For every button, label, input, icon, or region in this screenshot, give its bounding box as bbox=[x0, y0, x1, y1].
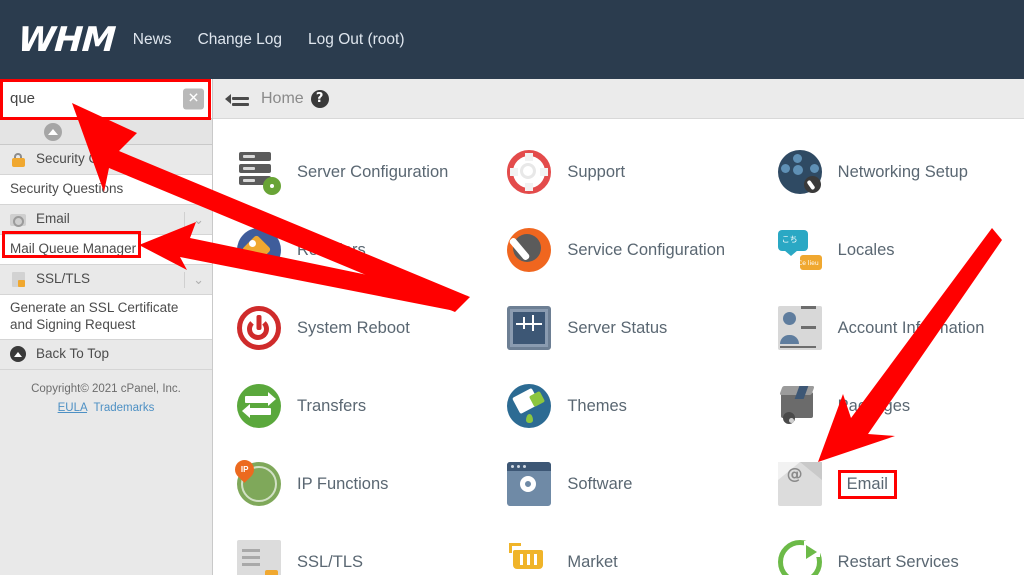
sidebar-item-ssl-tls[interactable]: SSL/TLS ⌄ bbox=[0, 265, 212, 295]
email-icon: @ bbox=[777, 462, 822, 506]
tile-software[interactable]: Software bbox=[483, 445, 753, 523]
sidebar-item-label: Mail Queue Manager bbox=[10, 241, 137, 257]
lock-icon bbox=[8, 151, 28, 169]
sidebar-toggle-cell-2[interactable] bbox=[105, 119, 213, 144]
sidebar-collapse-row bbox=[0, 119, 212, 145]
tile-label: Restart Services bbox=[837, 552, 959, 571]
resellers-icon bbox=[237, 228, 281, 272]
breadcrumb-bar: Home ? bbox=[213, 79, 1024, 119]
tile-label: Market bbox=[567, 552, 618, 571]
sidebar-search: ✕ bbox=[0, 79, 212, 119]
tile-email[interactable]: @ Email bbox=[754, 445, 1024, 523]
tile-label: Locales bbox=[837, 240, 895, 259]
header-nav: News Change Log Log Out (root) bbox=[133, 31, 405, 49]
tile-themes[interactable]: Themes bbox=[483, 367, 753, 445]
sidebar-item-label: SSL/TLS bbox=[36, 271, 91, 287]
tile-label: Service Configuration bbox=[567, 240, 726, 259]
nav-link-news[interactable]: News bbox=[133, 31, 172, 49]
tile-label: Networking Setup bbox=[837, 162, 968, 181]
sidebar: ✕ Security Center Security Questions Ema… bbox=[0, 79, 213, 575]
ip-functions-icon: IP bbox=[231, 456, 281, 506]
support-icon bbox=[507, 150, 552, 194]
account-information-icon bbox=[777, 306, 822, 350]
sidebar-collapse-all-button[interactable] bbox=[0, 119, 106, 144]
sidebar-item-security-questions[interactable]: Security Questions bbox=[0, 175, 212, 205]
tile-ip-functions[interactable]: IP IP Functions bbox=[213, 445, 483, 523]
clear-search-button[interactable]: ✕ bbox=[183, 88, 204, 109]
breadcrumb-home[interactable]: Home bbox=[261, 90, 304, 108]
service-configuration-icon bbox=[507, 228, 552, 272]
top-header: WHM News Change Log Log Out (root) bbox=[0, 0, 1024, 79]
tile-label: Transfers bbox=[297, 396, 367, 415]
eula-link[interactable]: EULA bbox=[58, 402, 87, 414]
mail-icon bbox=[8, 211, 28, 229]
collapse-sidebar-icon[interactable] bbox=[225, 90, 249, 108]
feature-grid: Server Configuration Support Networking … bbox=[213, 133, 1024, 575]
sidebar-footer: Copyright© 2021 cPanel, Inc. EULA Tradem… bbox=[0, 380, 212, 419]
arrow-up-circle-icon bbox=[8, 345, 28, 363]
certificate-icon bbox=[8, 271, 28, 289]
server-status-icon bbox=[507, 306, 552, 350]
restart-services-icon bbox=[777, 540, 822, 575]
chevron-up-icon bbox=[43, 122, 62, 141]
tile-ssl-tls[interactable]: SSL/TLS bbox=[213, 523, 483, 575]
tile-server-status[interactable]: Server Status bbox=[483, 289, 753, 367]
tile-market[interactable]: Market bbox=[483, 523, 753, 575]
whm-home-screen: WHM News Change Log Log Out (root) Home … bbox=[0, 0, 1024, 575]
tile-label: Packages bbox=[837, 396, 911, 415]
sidebar-item-back-to-top[interactable]: Back To Top bbox=[0, 339, 212, 370]
copyright-text: Copyright© 2021 cPanel, Inc. bbox=[31, 382, 181, 395]
tile-support[interactable]: Support bbox=[483, 133, 753, 211]
tile-system-reboot[interactable]: System Reboot bbox=[213, 289, 483, 367]
sidebar-item-label: Back To Top bbox=[36, 345, 110, 361]
main-content: Server Configuration Support Networking … bbox=[213, 119, 1024, 575]
tile-server-configuration[interactable]: Server Configuration bbox=[213, 133, 483, 211]
software-icon bbox=[507, 462, 552, 506]
tile-label: Support bbox=[567, 162, 626, 181]
themes-icon bbox=[507, 384, 552, 428]
tile-networking-setup[interactable]: Networking Setup bbox=[754, 133, 1024, 211]
tile-locales[interactable]: こち Ce lieu Locales bbox=[754, 211, 1024, 289]
tile-label: Resellers bbox=[297, 240, 366, 259]
tile-restart-services[interactable]: Restart Services bbox=[754, 523, 1024, 575]
sidebar-item-label: Security Questions bbox=[10, 181, 124, 197]
tile-label: Server Configuration bbox=[297, 162, 449, 181]
search-input[interactable] bbox=[0, 79, 212, 118]
networking-setup-icon bbox=[777, 150, 822, 194]
sidebar-item-security-center[interactable]: Security Center bbox=[0, 145, 212, 175]
server-configuration-icon bbox=[237, 150, 281, 195]
tile-account-information[interactable]: Account Information bbox=[754, 289, 1024, 367]
chevron-down-icon[interactable]: ⌄ bbox=[184, 271, 204, 288]
packages-icon bbox=[778, 384, 822, 428]
tile-label: SSL/TLS bbox=[297, 552, 364, 571]
nav-link-log-out[interactable]: Log Out (root) bbox=[308, 31, 405, 49]
ssl-tls-icon bbox=[237, 540, 281, 575]
tile-transfers[interactable]: Transfers bbox=[213, 367, 483, 445]
sidebar-item-mail-queue-manager[interactable]: Mail Queue Manager bbox=[0, 235, 212, 265]
tile-label: Server Status bbox=[567, 318, 668, 337]
tile-label: System Reboot bbox=[297, 318, 410, 337]
whm-logo: WHM bbox=[16, 19, 117, 60]
tile-label: Themes bbox=[567, 396, 627, 415]
sidebar-item-label: Email bbox=[36, 211, 70, 227]
system-reboot-icon bbox=[237, 306, 281, 350]
locales-icon: こち Ce lieu bbox=[777, 228, 822, 272]
tile-label: Email bbox=[837, 469, 897, 499]
trademarks-link[interactable]: Trademarks bbox=[93, 402, 154, 414]
tile-resellers[interactable]: Resellers bbox=[213, 211, 483, 289]
sidebar-item-generate-ssl-certificate[interactable]: Generate an SSL Certificate and Signing … bbox=[0, 295, 212, 340]
sidebar-item-label: Generate an SSL Certificate and Signing … bbox=[10, 300, 179, 332]
market-icon bbox=[507, 540, 551, 575]
tile-label: IP Functions bbox=[297, 474, 389, 493]
tile-packages[interactable]: Packages bbox=[754, 367, 1024, 445]
sidebar-item-label: Security Center bbox=[36, 151, 130, 167]
tile-label: Software bbox=[567, 474, 633, 493]
chevron-down-icon[interactable]: ⌄ bbox=[184, 211, 204, 228]
help-icon[interactable]: ? bbox=[310, 89, 329, 108]
nav-link-change-log[interactable]: Change Log bbox=[198, 31, 282, 49]
sidebar-item-email[interactable]: Email ⌄ bbox=[0, 205, 212, 235]
tile-service-configuration[interactable]: Service Configuration bbox=[483, 211, 753, 289]
transfers-icon bbox=[237, 384, 281, 428]
tile-label: Account Information bbox=[837, 318, 985, 337]
